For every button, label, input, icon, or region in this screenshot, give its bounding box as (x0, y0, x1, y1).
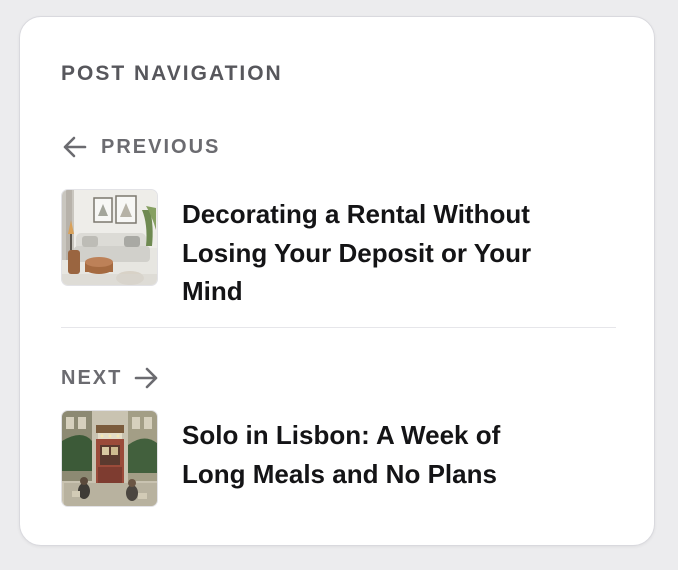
arrow-right-icon (134, 366, 160, 390)
post-navigation-heading: POST NAVIGATION (61, 62, 283, 85)
post-navigation-card: POST NAVIGATION PREVIOUS Decorating a Re… (19, 16, 655, 546)
divider (61, 327, 616, 328)
next-label-text: NEXT (61, 367, 123, 389)
previous-post-title[interactable]: Decorating a Rental Without Losing Your … (182, 195, 542, 311)
arrow-left-icon (61, 135, 87, 159)
previous-post-thumbnail[interactable] (61, 189, 158, 286)
previous-link-label[interactable]: PREVIOUS (61, 134, 220, 160)
next-post-link[interactable]: Solo in Lisbon: A Week of Long Meals and… (61, 410, 542, 507)
previous-label-text: PREVIOUS (101, 136, 221, 158)
next-post-thumbnail[interactable] (61, 410, 158, 507)
next-post-title[interactable]: Solo in Lisbon: A Week of Long Meals and… (182, 416, 542, 493)
previous-post-link[interactable]: Decorating a Rental Without Losing Your … (61, 189, 542, 311)
next-link-label[interactable]: NEXT (61, 365, 160, 391)
